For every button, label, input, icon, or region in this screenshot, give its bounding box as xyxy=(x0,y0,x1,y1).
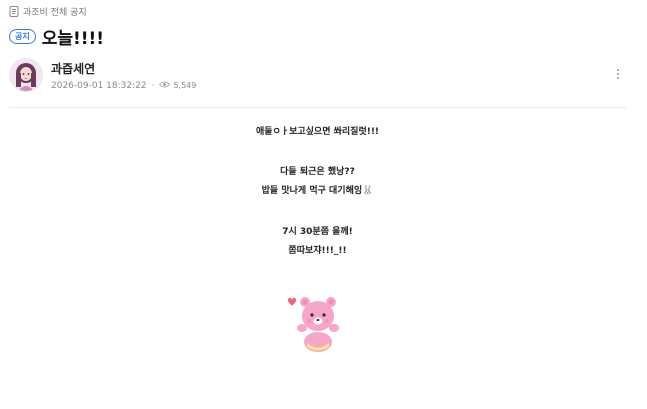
pink-bear-sticker xyxy=(282,294,342,354)
divider xyxy=(9,107,626,108)
content-line: 7시 30분쯤 올께! xyxy=(282,227,353,237)
post-date: 2026-09-01 18:32:22 xyxy=(51,80,147,91)
author-meta: 과즙세연 2026-09-01 18:32:22 · 5,549 xyxy=(51,60,196,91)
meta-separator: · xyxy=(151,80,155,91)
content-line: 쫌따보쟈!!!_!! xyxy=(288,246,347,256)
author-name[interactable]: 과즙세연 xyxy=(51,60,196,77)
more-vertical-icon[interactable] xyxy=(611,66,625,82)
board-link[interactable]: 과조비 전체 공지 xyxy=(9,5,87,18)
view-count-value: 5,549 xyxy=(173,81,197,90)
document-icon xyxy=(9,6,19,17)
view-count: 5,549 xyxy=(159,81,196,90)
post-title: 오늘!!!! xyxy=(41,29,105,49)
author-row: 과즙세연 2026-09-01 18:32:22 · 5,549 xyxy=(9,58,196,92)
avatar[interactable] xyxy=(9,58,43,92)
board-name: 과조비 전체 공지 xyxy=(23,8,87,18)
eye-icon xyxy=(159,81,171,90)
post-title-row: 공지 오늘!!!! xyxy=(9,24,104,49)
content-line: 밥들 맛나게 먹구 대기해잉🐰 xyxy=(261,186,374,196)
content-line: 다들 퇴근은 했낭?? xyxy=(280,167,355,177)
notice-badge: 공지 xyxy=(9,29,36,44)
content-line: 애둘ㅇㅏ보고싶으면 쏴리질럿!!! xyxy=(255,127,380,137)
meta-line: 2026-09-01 18:32:22 · 5,549 xyxy=(51,81,196,91)
